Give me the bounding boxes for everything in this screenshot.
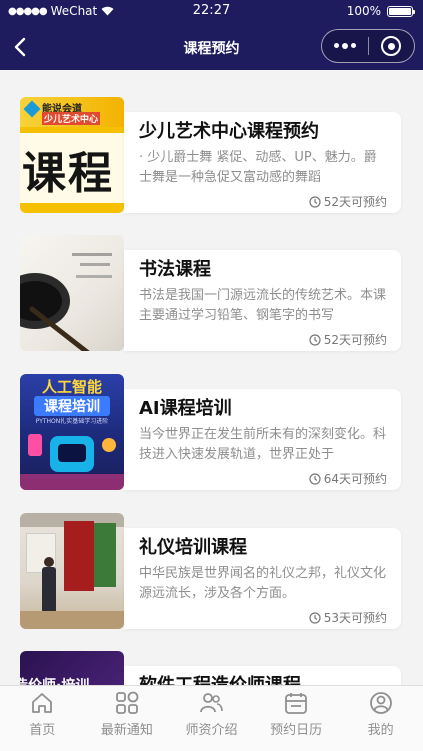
close-miniprogram-button[interactable] xyxy=(368,36,414,56)
course-thumbnail: 造价师·培训 xyxy=(20,651,124,685)
course-description: · 少儿爵士舞 紧促、动感、UP、魅力。爵士舞是一种急促又富动感的舞蹈 xyxy=(139,150,377,185)
course-info: 少儿艺术中心课程预约 · 少儿爵士舞 紧促、动感、UP、魅力。爵士舞是一种急促又… xyxy=(124,112,401,213)
clock-icon xyxy=(309,333,321,346)
booking-availability: 64天可预约 xyxy=(309,470,387,487)
thumb-headline: 造价师·培训 xyxy=(20,675,89,685)
availability-days: 53天可预约 xyxy=(323,611,387,625)
course-card[interactable]: 人工智能 课程培训 PYTHON扎实基础学习进阶 AI课程培训 当今世界正在发生… xyxy=(20,374,403,490)
battery-icon xyxy=(387,5,415,17)
course-card[interactable]: 造价师·培训 软件工程造价师课程 xyxy=(20,651,403,685)
miniprogram-capsule xyxy=(321,29,415,63)
course-info: AI课程培训 当今世界正在发生前所未有的深刻变化。科技进入快速发展轨道，世界正处… xyxy=(124,389,401,490)
more-menu-button[interactable] xyxy=(322,42,368,49)
course-card[interactable]: 能说会道 少儿艺术中心 课程 少儿艺术中心课程预约 · 少儿爵士舞 紧促、动感、… xyxy=(20,97,403,213)
tab-calendar[interactable]: 预约日历 xyxy=(254,686,339,751)
availability-days: 52天可预约 xyxy=(323,195,387,209)
tab-label: 预约日历 xyxy=(270,723,323,738)
nav-bar: 课程预约 xyxy=(0,24,423,70)
booking-availability: 52天可预约 xyxy=(309,331,387,348)
profile-icon xyxy=(369,692,392,714)
clock-icon xyxy=(309,611,321,624)
course-card[interactable]: 书法课程 书法是我国一门源远流长的传统艺术。本课主要通过学习铅笔、钢笔字的书写 … xyxy=(20,235,403,351)
course-thumbnail xyxy=(20,235,124,351)
battery-percent: 100% xyxy=(346,4,381,18)
calendar-icon xyxy=(285,693,307,714)
course-title: 礼仪培训课程 xyxy=(139,537,247,558)
clock-icon xyxy=(309,472,321,485)
course-thumbnail: 人工智能 课程培训 PYTHON扎实基础学习进阶 xyxy=(20,374,124,490)
tab-notifications[interactable]: 最新通知 xyxy=(85,686,170,751)
course-info: 礼仪培训课程 中华民族是世界闻名的礼仪之邦，礼仪文化源远流长，涉及各个方面。 5… xyxy=(124,528,401,629)
thumb-line-2: 课程培训 xyxy=(34,396,110,416)
tab-profile[interactable]: 我的 xyxy=(338,686,423,751)
availability-days: 52天可预约 xyxy=(323,333,387,347)
course-thumbnail xyxy=(20,513,124,629)
status-right: 100% xyxy=(346,4,415,18)
course-description: 当今世界正在发生前所未有的深刻变化。科技进入快速发展轨道，世界正处于 xyxy=(139,427,387,462)
thumb-headline: 课程 xyxy=(22,148,114,199)
course-description: 书法是我国一门源远流长的传统艺术。本课主要通过学习铅笔、钢笔字的书写 xyxy=(139,288,387,323)
course-description: 中华民族是世界闻名的礼仪之邦，礼仪文化源远流长，涉及各个方面。 xyxy=(139,566,387,601)
tab-bar: 首页 最新通知 师资介绍 预约日历 我的 xyxy=(0,685,423,751)
status-bar: ●●●●● WeChat 22:27 100% xyxy=(0,0,423,24)
clock-icon xyxy=(309,195,321,208)
tab-label: 我的 xyxy=(367,723,394,738)
course-list[interactable]: 能说会道 少儿艺术中心 课程 少儿艺术中心课程预约 · 少儿爵士舞 紧促、动感、… xyxy=(0,70,423,685)
course-title: 少儿艺术中心课程预约 xyxy=(139,121,319,142)
course-info: 软件工程造价师课程 xyxy=(124,666,401,685)
thumb-subtitle: 少儿艺术中心 xyxy=(42,112,101,125)
course-info: 书法课程 书法是我国一门源远流长的传统艺术。本课主要通过学习铅笔、钢笔字的书写 … xyxy=(124,250,401,351)
tab-home[interactable]: 首页 xyxy=(0,686,85,751)
tab-label: 最新通知 xyxy=(100,723,153,738)
grid-icon xyxy=(115,691,139,714)
home-icon xyxy=(32,693,53,713)
availability-days: 64天可预约 xyxy=(323,472,387,486)
course-title: 书法课程 xyxy=(139,259,211,280)
course-thumbnail: 能说会道 少儿艺术中心 课程 xyxy=(20,97,124,213)
course-title: 软件工程造价师课程 xyxy=(139,674,389,685)
course-card[interactable]: 礼仪培训课程 中华民族是世界闻名的礼仪之邦，礼仪文化源远流长，涉及各个方面。 5… xyxy=(20,513,403,629)
booking-availability: 53天可预约 xyxy=(309,609,387,626)
tab-label: 师资介绍 xyxy=(185,723,238,738)
course-title: AI课程培训 xyxy=(139,398,232,419)
thumb-subtitle: PYTHON扎实基础学习进阶 xyxy=(35,418,109,425)
teachers-icon xyxy=(200,693,224,713)
tab-label: 首页 xyxy=(29,723,56,738)
booking-availability: 52天可预约 xyxy=(309,193,387,210)
thumb-line-1: 人工智能 xyxy=(41,378,102,396)
tab-teachers[interactable]: 师资介绍 xyxy=(169,686,254,751)
close-target-icon xyxy=(381,36,402,56)
